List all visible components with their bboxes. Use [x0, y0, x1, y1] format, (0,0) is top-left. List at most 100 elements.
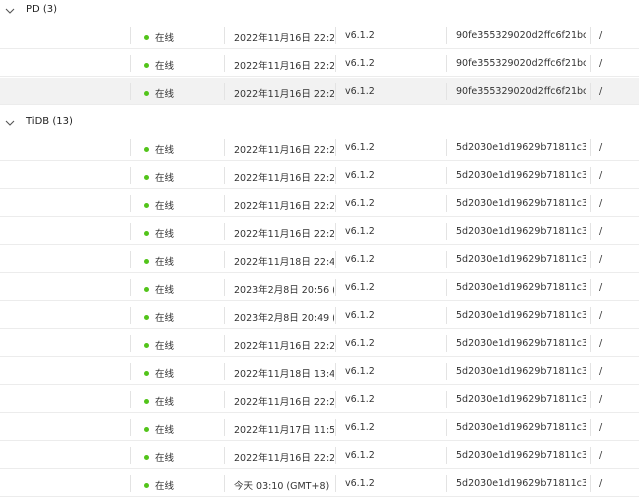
chevron-down-icon[interactable] [4, 5, 16, 17]
table-row[interactable]: 2479在线2022年11月16日 22:23 (…v6.1.290fe3553… [0, 22, 639, 49]
version: v6.1.2 [345, 338, 375, 349]
version: v6.1.2 [345, 282, 375, 293]
column-separator [446, 167, 447, 184]
version: v6.1.2 [345, 198, 375, 209]
status-label: 在线 [155, 341, 175, 352]
column-separator [224, 27, 225, 44]
column-separator [590, 27, 591, 44]
table-row[interactable]: 在线 今天 03:10 (GMT+8) v6.1.2 5d2030e1d19629b7… [0, 470, 639, 497]
git-hash: 90fe355329020d2ffc6f21bc5d70e… [456, 86, 586, 97]
column-separator [446, 195, 447, 212]
column-separator [590, 167, 591, 184]
column-separator [335, 475, 336, 492]
column-separator [224, 419, 225, 436]
deploy-path: / [599, 226, 603, 237]
table-row[interactable]: 1 000在线2022年11月16日 22:23 (…v6.1.25d2030e… [0, 190, 639, 217]
start-time: 2022年11月16日 22:23 (… [234, 33, 334, 44]
column-separator [335, 251, 336, 268]
table-row[interactable]: 12在线2022年11月16日 22:23 (…v6.1.25d2030e1d1… [0, 386, 639, 413]
column-separator [130, 307, 131, 324]
status-label: 在线 [155, 201, 175, 212]
column-separator [335, 223, 336, 240]
column-separator [335, 335, 336, 352]
column-separator [590, 363, 591, 380]
column-separator [446, 391, 447, 408]
column-separator [335, 27, 336, 44]
column-separator [446, 223, 447, 240]
deploy-path: / [599, 254, 603, 265]
column-separator [224, 83, 225, 100]
status-label: 在线 [155, 425, 175, 436]
start-time: 2022年11月16日 22:27 (… [234, 173, 334, 184]
column-separator [130, 55, 131, 72]
version: v6.1.2 [345, 450, 375, 461]
version: v6.1.2 [345, 366, 375, 377]
table-row[interactable]: :2479在线2022年11月16日 22:23 (…v6.1.290fe355… [0, 50, 639, 77]
start-time: 2022年11月18日 13:44 (… [234, 369, 334, 380]
status-cell: 在线 [144, 198, 214, 212]
column-separator [224, 167, 225, 184]
column-separator [130, 223, 131, 240]
column-separator [446, 139, 447, 156]
column-separator [335, 279, 336, 296]
deploy-path: / [599, 394, 603, 405]
column-separator [224, 307, 225, 324]
column-separator [335, 83, 336, 100]
start-time: 2022年11月16日 22:23 (… [234, 453, 334, 464]
column-separator [224, 475, 225, 492]
group-header[interactable]: PD (3) [0, 0, 639, 22]
version: v6.1.2 [345, 30, 375, 41]
column-separator [130, 195, 131, 212]
status-cell: 在线 [144, 450, 214, 464]
table-row[interactable]: 4000在线2022年11月16日 22:29 (…v6.1.25d2030e1… [0, 218, 639, 245]
table-row[interactable]: 在线 2022年11月16日 22:27 (… v6.1.2 5d2030e1d196… [0, 162, 639, 189]
status-cell: 在线 [144, 338, 214, 352]
column-separator [335, 55, 336, 72]
start-time: 2022年11月16日 22:26 (… [234, 145, 334, 156]
git-hash: 5d2030e1d19629b71811c3f14514… [456, 170, 586, 181]
git-hash: 5d2030e1d19629b71811c3f14514… [456, 450, 586, 461]
table-row[interactable]: 000在线2022年11月16日 22:26 (…v6.1.25d2030e1d… [0, 134, 639, 161]
start-time: 2022年11月16日 22:23 (… [234, 61, 334, 72]
column-separator [335, 307, 336, 324]
column-separator [590, 279, 591, 296]
status-dot-icon [144, 343, 149, 348]
version: v6.1.2 [345, 170, 375, 181]
table-row[interactable]: 在线 2022年11月16日 22:23 (… v6.1.2 5d2030e1d196… [0, 442, 639, 469]
column-separator [224, 279, 225, 296]
table-row[interactable]: 1 0在线2022年11月18日 22:47 (…v6.1.25d2030e1d… [0, 246, 639, 273]
column-separator [446, 335, 447, 352]
deploy-path: / [599, 58, 603, 69]
table-row[interactable]: 在线 2022年11月16日 22:23 (… v6.1.2 90fe35532902… [0, 78, 639, 105]
column-separator [224, 223, 225, 240]
column-separator [446, 251, 447, 268]
status-label: 在线 [155, 33, 175, 44]
column-separator [224, 391, 225, 408]
start-time: 2022年11月16日 22:23 (… [234, 341, 334, 352]
deploy-path: / [599, 30, 603, 41]
status-cell: 在线 [144, 170, 214, 184]
status-cell: 在线 [144, 86, 214, 100]
table-row[interactable]: 在线 2022年11月18日 13:44 (… v6.1.2 5d2030e1d196… [0, 358, 639, 385]
start-time: 今天 03:10 (GMT+8) [234, 481, 330, 492]
column-separator [446, 83, 447, 100]
git-hash: 5d2030e1d19629b71811c3f14514… [456, 198, 586, 209]
status-label: 在线 [155, 89, 175, 100]
start-time: 2022年11月16日 22:23 (… [234, 89, 334, 100]
status-label: 在线 [155, 397, 175, 408]
table-row[interactable]: 000在线2022年11月16日 22:23 (…v6.1.25d2030e1d… [0, 330, 639, 357]
table-row[interactable]: 4000在线2022年11月17日 11:58 (…v6.1.25d2030e1… [0, 414, 639, 441]
chevron-down-icon[interactable] [4, 117, 16, 129]
group-header[interactable]: TiDB (13) [0, 112, 639, 134]
column-separator [130, 251, 131, 268]
deploy-path: / [599, 338, 603, 349]
column-separator [130, 363, 131, 380]
table-row[interactable]: 00在线2023年2月8日 20:56 (GM…v6.1.25d2030e1d1… [0, 274, 639, 301]
table-row[interactable]: 0在线2023年2月8日 20:49 (GM…v6.1.25d2030e1d19… [0, 302, 639, 329]
status-label: 在线 [155, 145, 175, 156]
column-separator [590, 419, 591, 436]
column-separator [590, 391, 591, 408]
column-separator [130, 279, 131, 296]
column-separator [224, 251, 225, 268]
status-cell: 在线 [144, 226, 214, 240]
